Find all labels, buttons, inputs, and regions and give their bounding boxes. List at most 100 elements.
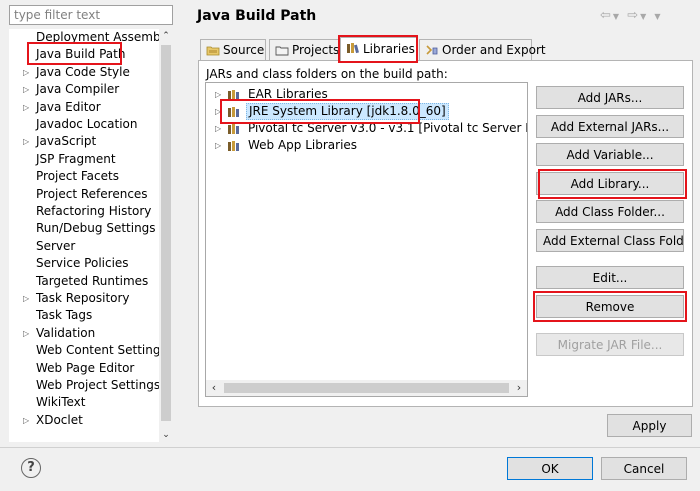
- tree-item-label: JSP Fragment: [36, 151, 116, 166]
- add-class-folder-button[interactable]: Add Class Folder...: [536, 200, 684, 223]
- tab-order-and-export[interactable]: Order and Export: [419, 39, 546, 61]
- add-external-jars-button[interactable]: Add External JARs...: [536, 115, 684, 138]
- back-menu-chevron-icon[interactable]: ▼: [613, 9, 621, 25]
- order-export-icon: [426, 45, 438, 55]
- tab-label: Libraries: [363, 42, 415, 56]
- forward-arrow-icon[interactable]: ⇨: [627, 8, 640, 24]
- tree-item[interactable]: ▷ Task Repository: [9, 290, 159, 307]
- tree-item[interactable]: Service Policies: [9, 255, 159, 272]
- add-library-button[interactable]: Add Library...: [536, 172, 684, 195]
- tree-item[interactable]: Server: [9, 238, 159, 255]
- tree-item-label: Server: [36, 238, 76, 253]
- tree-item-label: WikiText: [36, 395, 86, 410]
- tree-item-label: JavaScript: [36, 134, 97, 149]
- tree-item[interactable]: Project References: [9, 186, 159, 203]
- library-icon: [228, 124, 239, 134]
- tree-item-label: Refactoring History: [36, 204, 152, 218]
- tree-item[interactable]: Web Content Settings: [9, 342, 167, 359]
- tree-item[interactable]: Java Build Path: [9, 46, 159, 63]
- tree-item[interactable]: ▷ Java Compiler: [9, 81, 159, 98]
- tab-libraries[interactable]: Libraries: [340, 37, 417, 62]
- expand-icon[interactable]: ▷: [215, 120, 221, 137]
- expand-icon[interactable]: ▷: [23, 64, 29, 81]
- source-folder-icon: [206, 46, 220, 56]
- tree-item[interactable]: ▷ XDoclet: [9, 412, 159, 429]
- tree-item-label: Web Content Settings: [36, 343, 167, 358]
- expand-icon[interactable]: ▷: [215, 86, 221, 103]
- expand-icon[interactable]: ▷: [23, 99, 29, 116]
- library-label: EAR Libraries: [248, 87, 328, 101]
- history-nav: ⇦▼ ⇨▼ ▼: [600, 8, 690, 24]
- remove-button[interactable]: Remove: [536, 295, 684, 318]
- expand-icon[interactable]: ▷: [23, 133, 29, 150]
- tree-item-label: Task Tags: [36, 308, 93, 323]
- tab-projects[interactable]: Projects: [269, 39, 339, 61]
- expand-icon[interactable]: ▷: [23, 290, 29, 307]
- migrate-jar-button[interactable]: Migrate JAR File...: [536, 333, 684, 356]
- tree-item[interactable]: Run/Debug Settings: [9, 220, 159, 237]
- tree-item-label: Service Policies: [36, 256, 129, 271]
- libraries-caption: JARs and class folders on the build path…: [206, 67, 448, 81]
- forward-menu-chevron-icon[interactable]: ▼: [640, 9, 648, 25]
- tree-item-label: Web Page Editor: [36, 360, 135, 375]
- view-menu-chevron-icon[interactable]: ▼: [654, 9, 662, 25]
- expand-icon[interactable]: ▷: [215, 137, 221, 154]
- scroll-down-icon[interactable]: ⌄: [159, 428, 173, 442]
- tree-item-label: Java Build Path: [36, 47, 126, 62]
- tree-item[interactable]: JSP Fragment: [9, 151, 159, 168]
- expand-icon[interactable]: ▷: [215, 103, 221, 120]
- add-variable-button[interactable]: Add Variable...: [536, 143, 684, 166]
- ok-button[interactable]: OK: [507, 457, 593, 480]
- tab-label: Projects: [292, 43, 340, 57]
- tree-item-label: Java Editor: [36, 99, 101, 114]
- tree-item[interactable]: Javadoc Location: [9, 116, 159, 133]
- tree-item[interactable]: Web Page Editor: [9, 360, 159, 377]
- cancel-button[interactable]: Cancel: [601, 457, 687, 480]
- edit-button[interactable]: Edit...: [536, 266, 684, 289]
- tab-label: Order and Export: [442, 43, 546, 57]
- tree-item-label: Task Repository: [36, 291, 130, 305]
- add-jars-button[interactable]: Add JARs...: [536, 86, 684, 109]
- library-label: Web App Libraries: [248, 138, 358, 152]
- tree-item[interactable]: Task Tags: [9, 307, 159, 324]
- page-title: Java Build Path: [197, 8, 317, 24]
- tree-item[interactable]: ▷ Validation: [9, 325, 159, 342]
- tree-item[interactable]: ▷ JavaScript: [9, 133, 159, 150]
- tree-item[interactable]: Refactoring History: [9, 203, 159, 220]
- library-label: JRE System Library [jdk1.8.0_60]: [246, 103, 449, 120]
- tab-source[interactable]: Source: [200, 39, 266, 61]
- tree-item[interactable]: ▷ Java Editor: [9, 99, 159, 116]
- tree-item-label: Targeted Runtimes: [36, 273, 149, 288]
- tree-scrollbar[interactable]: ⌃ ⌄: [159, 29, 173, 442]
- filter-input[interactable]: [9, 5, 173, 25]
- tree-scroll-thumb[interactable]: [161, 45, 171, 421]
- back-arrow-icon[interactable]: ⇦: [600, 8, 613, 24]
- library-hscroll-thumb[interactable]: [224, 383, 509, 393]
- library-icon: [228, 141, 239, 151]
- library-label: Pivotal tc Server v3.0 - v3.1 [Pivotal t…: [248, 121, 527, 135]
- tree-item[interactable]: Web Project Settings: [9, 377, 160, 394]
- tree-item-label: Java Code Style: [36, 64, 130, 79]
- tree-item[interactable]: ▷ Java Code Style: [9, 64, 159, 81]
- tree-item-label: Java Compiler: [36, 82, 120, 97]
- tree-item[interactable]: WikiText: [9, 394, 159, 411]
- library-hscrollbar[interactable]: ‹ ›: [206, 380, 527, 396]
- tree-item-label: XDoclet: [36, 412, 83, 427]
- project-folder-icon: [275, 46, 289, 56]
- tree-item[interactable]: Deployment Assembly: [9, 29, 171, 46]
- library-list: ▷ EAR Libraries ▷ JRE System Library [jd…: [205, 82, 528, 397]
- tree-item[interactable]: Project Facets: [9, 168, 159, 185]
- scroll-up-icon[interactable]: ⌃: [159, 29, 173, 43]
- tree-item-label: Run/Debug Settings: [36, 221, 156, 236]
- scroll-left-icon[interactable]: ‹: [206, 380, 222, 396]
- add-external-class-folder-button[interactable]: Add External Class Folder...: [536, 229, 684, 252]
- expand-icon[interactable]: ▷: [23, 412, 29, 429]
- help-icon[interactable]: ?: [21, 458, 41, 478]
- library-icon: [228, 90, 239, 100]
- apply-button[interactable]: Apply: [607, 414, 692, 437]
- expand-icon[interactable]: ▷: [23, 325, 29, 342]
- expand-icon[interactable]: ▷: [23, 81, 29, 98]
- scroll-right-icon[interactable]: ›: [511, 380, 527, 396]
- tree-item[interactable]: Targeted Runtimes: [9, 273, 159, 290]
- tree-item-label: Project References: [36, 186, 148, 201]
